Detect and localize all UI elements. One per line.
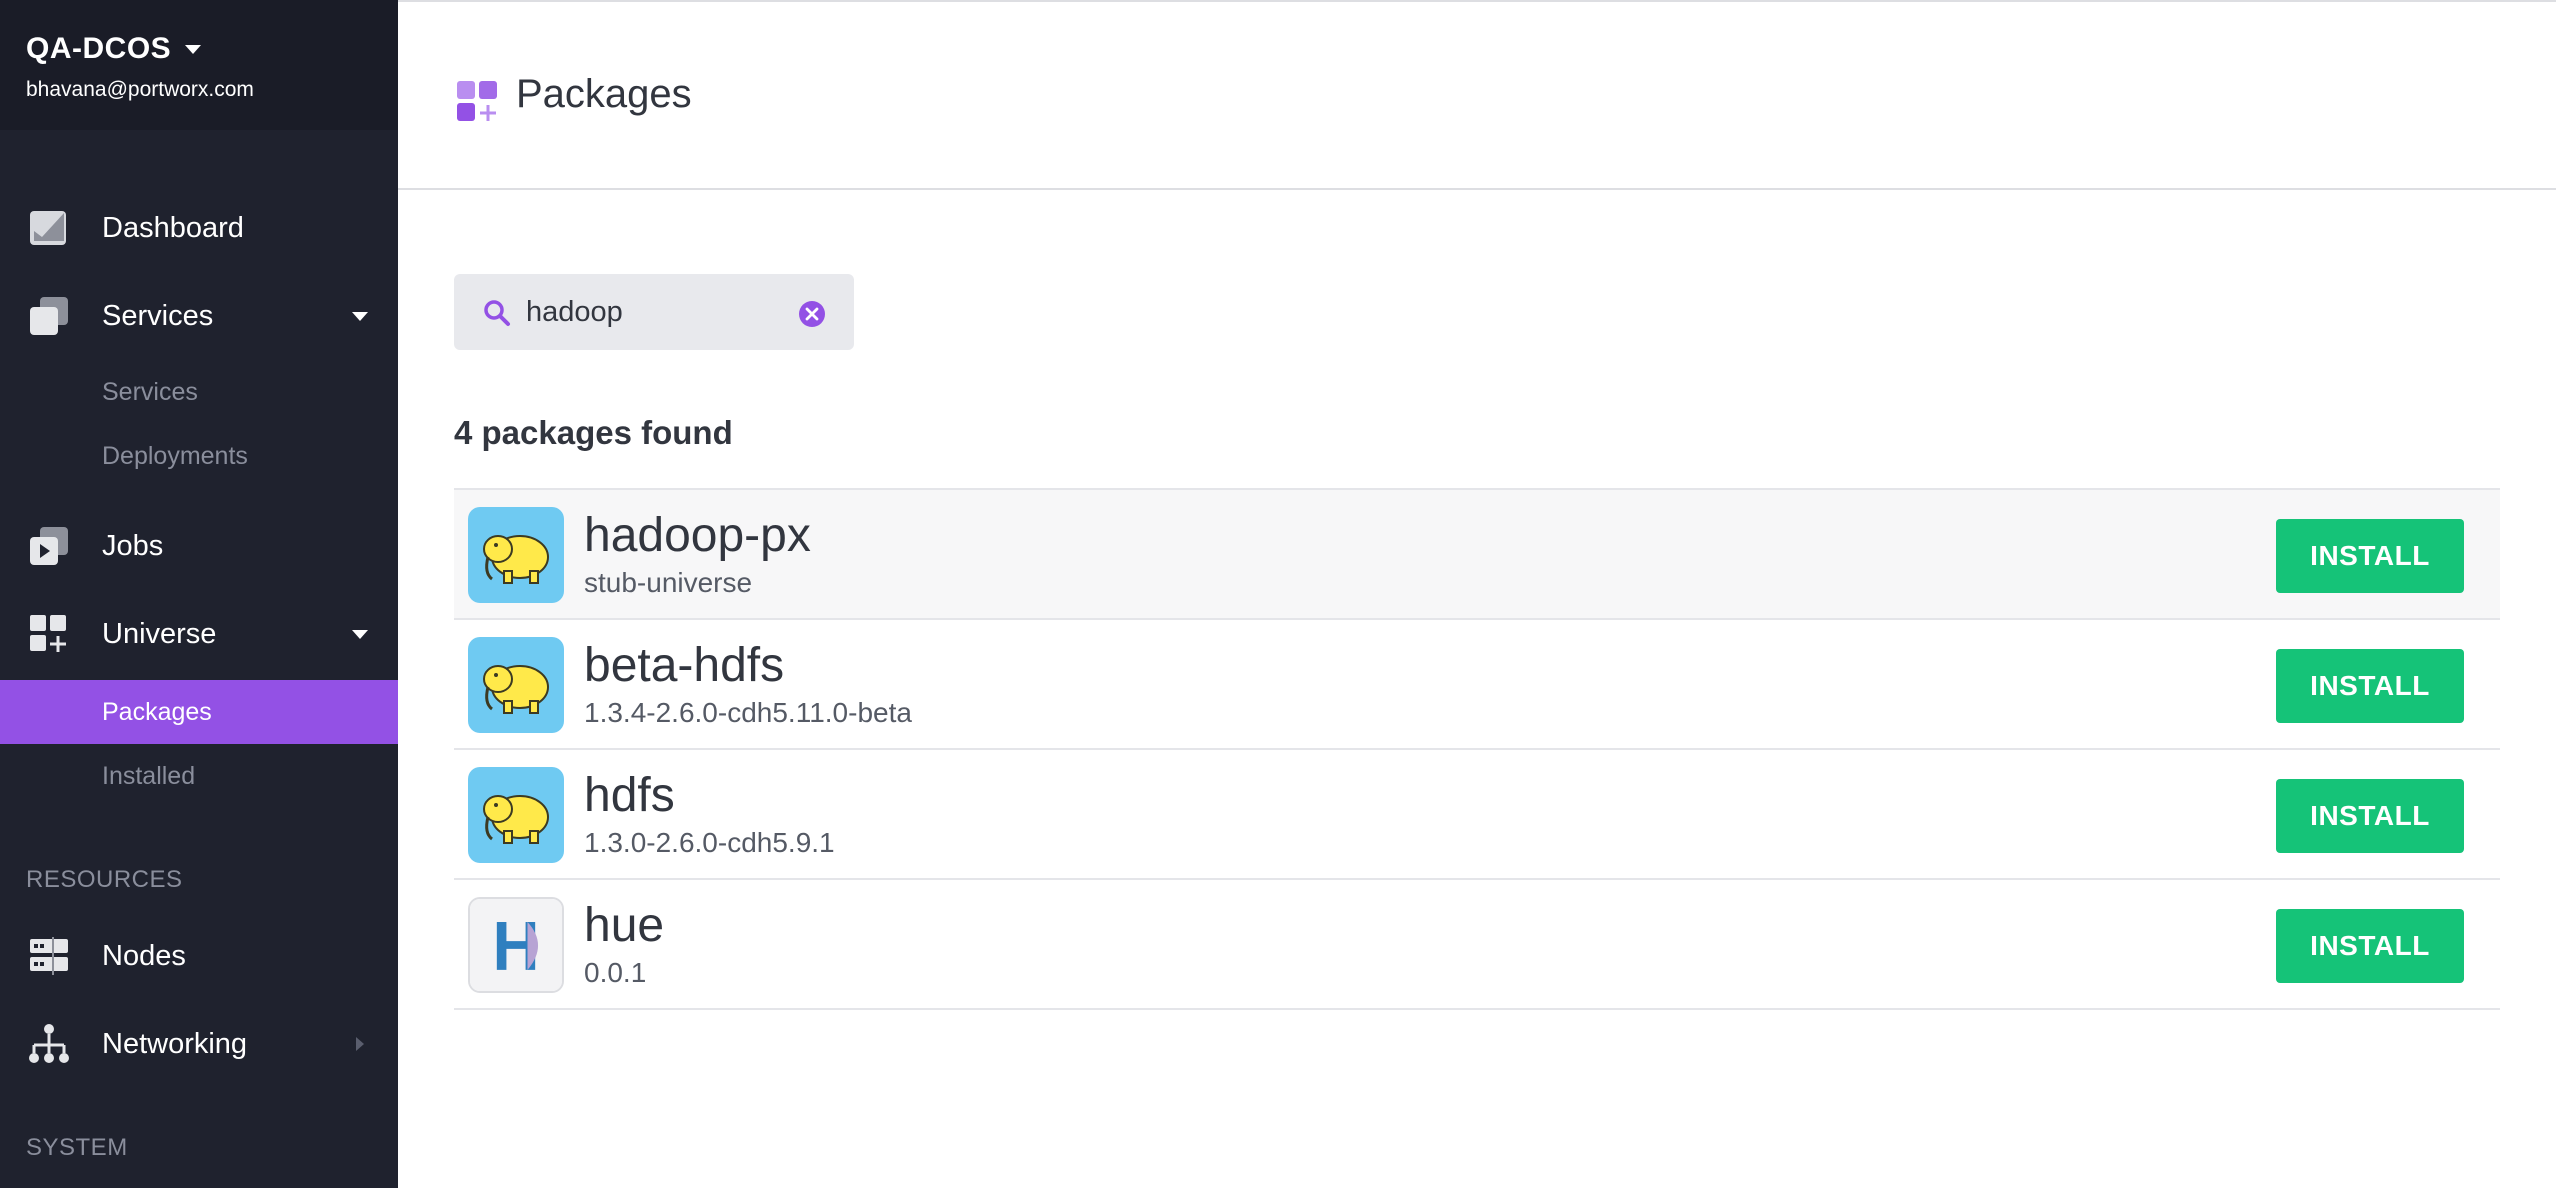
package-name[interactable]: hadoop-px xyxy=(584,508,811,564)
hadoop-elephant-icon xyxy=(468,637,564,733)
user-email: bhavana@portworx.com xyxy=(26,78,254,101)
search-box[interactable] xyxy=(454,274,854,350)
cluster-header[interactable]: QA-DCOS bhavana@portworx.com xyxy=(0,0,398,130)
cluster-name-row[interactable]: QA-DCOS xyxy=(26,30,372,68)
chevron-right-icon xyxy=(356,1037,364,1051)
sidebar-subitem-packages[interactable]: Packages xyxy=(0,680,398,744)
sidebar-subitem-label: Installed xyxy=(102,761,196,790)
package-version: stub-universe xyxy=(584,567,753,598)
sidebar: QA-DCOS bhavana@portworx.com Dashboard S… xyxy=(0,0,398,1188)
services-icon xyxy=(30,297,68,335)
chevron-down-icon xyxy=(185,44,202,54)
sidebar-item-label: Jobs xyxy=(102,529,164,562)
section-label-resources: RESOURCES xyxy=(26,866,183,893)
hadoop-elephant-icon xyxy=(468,507,564,603)
chevron-down-icon xyxy=(352,629,368,639)
clear-search-icon[interactable] xyxy=(798,300,826,328)
sidebar-item-nodes[interactable]: Nodes xyxy=(0,926,398,986)
package-name[interactable]: beta-hdfs xyxy=(584,638,784,694)
package-version: 1.3.0-2.6.0-cdh5.9.1 xyxy=(584,827,835,858)
package-row[interactable]: hadoop-px stub-universe INSTALL xyxy=(454,490,2500,620)
package-version: 0.0.1 xyxy=(584,957,647,988)
sidebar-subitem-installed[interactable]: Installed xyxy=(0,744,398,808)
networking-icon xyxy=(29,1024,69,1063)
sidebar-item-dashboard[interactable]: Dashboard xyxy=(0,198,398,258)
sidebar-subitem-label: Deployments xyxy=(102,441,248,470)
search-input[interactable] xyxy=(526,288,786,336)
sidebar-item-universe[interactable]: Universe xyxy=(0,604,398,664)
cluster-name: QA-DCOS xyxy=(26,32,172,65)
hadoop-elephant-icon xyxy=(468,767,564,863)
packages-icon xyxy=(457,81,497,121)
search-icon xyxy=(484,300,510,326)
install-button[interactable]: INSTALL xyxy=(2276,909,2464,983)
sidebar-item-services[interactable]: Services xyxy=(0,286,398,346)
chevron-down-icon xyxy=(352,311,368,321)
sidebar-item-label: Dashboard xyxy=(102,211,244,244)
package-version: 1.3.4-2.6.0-cdh5.11.0-beta xyxy=(584,697,912,728)
package-row[interactable]: hdfs 1.3.0-2.6.0-cdh5.9.1 INSTALL xyxy=(454,750,2500,880)
install-button[interactable]: INSTALL xyxy=(2276,779,2464,853)
sidebar-item-label: Nodes xyxy=(102,939,186,972)
install-button[interactable]: INSTALL xyxy=(2276,519,2464,593)
page-header: Packages xyxy=(398,2,2556,190)
sidebar-item-label: Services xyxy=(102,299,214,332)
install-button[interactable]: INSTALL xyxy=(2276,649,2464,723)
hue-logo-icon xyxy=(468,897,564,993)
package-name[interactable]: hue xyxy=(584,898,664,954)
section-label-system: SYSTEM xyxy=(26,1134,128,1161)
sidebar-item-jobs[interactable]: Jobs xyxy=(0,516,398,576)
sidebar-item-label: Universe xyxy=(102,617,217,650)
main-content: Packages 4 packages found xyxy=(398,0,2556,1188)
package-row[interactable]: hue 0.0.1 INSTALL xyxy=(454,880,2500,1010)
sidebar-subitem-services[interactable]: Services xyxy=(0,360,398,424)
sidebar-item-networking[interactable]: Networking xyxy=(0,1014,398,1074)
jobs-icon xyxy=(30,527,68,565)
sidebar-subitem-label: Packages xyxy=(102,697,212,726)
results-count: 4 packages found xyxy=(454,414,733,451)
dashboard-icon xyxy=(30,211,66,245)
package-name[interactable]: hdfs xyxy=(584,768,675,824)
sidebar-item-label: Networking xyxy=(102,1027,248,1060)
universe-icon xyxy=(30,615,66,652)
sidebar-subitem-label: Services xyxy=(102,377,198,406)
package-list: hadoop-px stub-universe INSTALL beta-hdf… xyxy=(454,488,2500,1010)
page-title: Packages xyxy=(516,72,692,116)
sidebar-subitem-deployments[interactable]: Deployments xyxy=(0,424,398,488)
package-row[interactable]: beta-hdfs 1.3.4-2.6.0-cdh5.11.0-beta INS… xyxy=(454,620,2500,750)
nodes-icon xyxy=(30,937,68,975)
